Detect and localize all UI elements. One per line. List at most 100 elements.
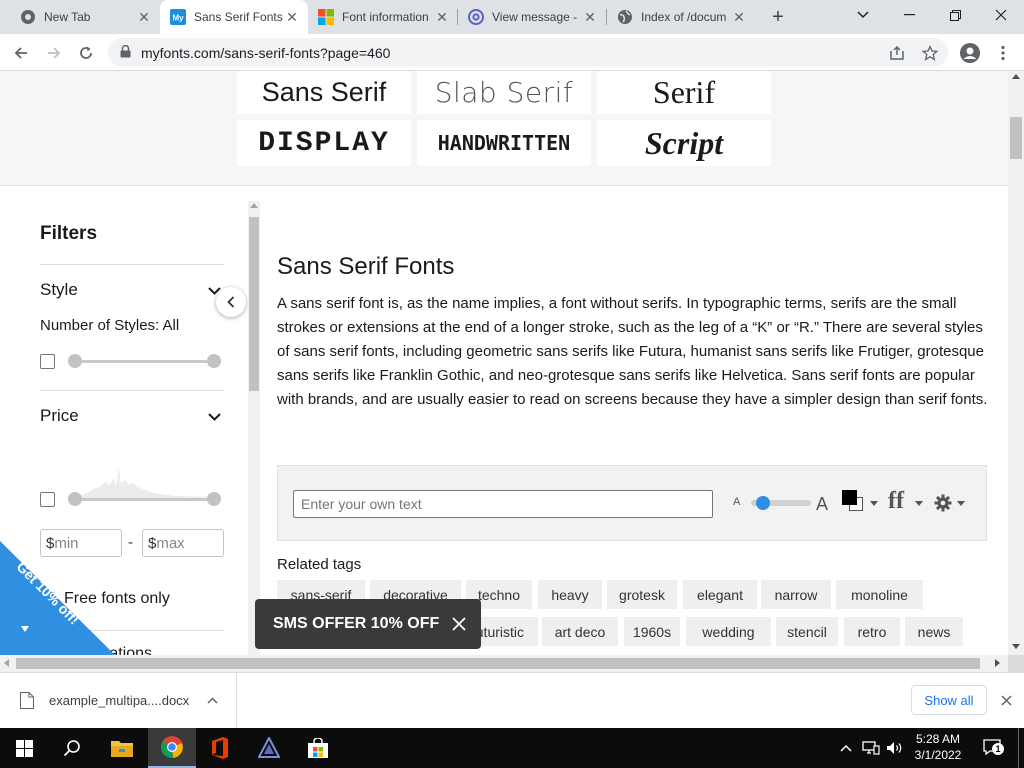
price-max-input[interactable]: $ max — [142, 529, 224, 557]
new-tab-button[interactable]: + — [766, 5, 790, 29]
volume-icon[interactable] — [886, 741, 904, 755]
divider — [40, 264, 224, 265]
kebab-menu-icon — [1001, 45, 1005, 61]
opentype-features-button[interactable]: ff — [888, 488, 924, 516]
forward-button[interactable] — [41, 40, 67, 66]
download-item[interactable]: example_multipa....docx — [0, 673, 237, 728]
category-sans-serif[interactable]: Sans Serif — [237, 71, 411, 114]
tab-new-tab[interactable]: New Tab ✕ — [0, 0, 160, 34]
tab-sans-serif-fonts[interactable]: My Sans Serif Fonts ✕ — [160, 0, 308, 34]
category-label: Slab Serif — [434, 76, 574, 109]
store-button[interactable] — [294, 728, 342, 768]
sidebar-scroll-thumb[interactable] — [249, 217, 259, 391]
file-explorer-button[interactable] — [98, 728, 146, 768]
settings-button[interactable] — [934, 492, 970, 516]
close-tab-icon[interactable]: ✕ — [582, 9, 598, 26]
tag-retro[interactable]: retro — [844, 617, 900, 646]
font-size-slider[interactable] — [751, 496, 811, 510]
sms-offer-banner[interactable]: SMS OFFER 10% OFF — [255, 599, 481, 649]
category-script[interactable]: Script — [597, 120, 771, 166]
tag-narrow[interactable]: narrow — [761, 580, 831, 609]
office-button[interactable] — [196, 728, 244, 768]
tag-art-deco[interactable]: art deco — [542, 617, 618, 646]
chrome-taskbar-button[interactable] — [148, 728, 196, 768]
category-band: Sans Serif Slab Serif Serif DISPLAY HAND… — [0, 71, 1008, 186]
tag-grotesk[interactable]: grotesk — [607, 580, 677, 609]
app-button[interactable] — [245, 728, 293, 768]
tag-news[interactable]: news — [905, 617, 963, 646]
close-tab-icon[interactable]: ✕ — [136, 9, 152, 26]
search-button[interactable] — [48, 728, 96, 768]
horizontal-scroll-thumb[interactable] — [16, 658, 980, 669]
microsoft-icon — [318, 9, 334, 25]
restore-button[interactable] — [932, 0, 978, 30]
tag-stencil[interactable]: stencil — [776, 617, 838, 646]
category-handwritten[interactable]: HANDWRITTEN — [417, 120, 591, 166]
start-button[interactable] — [0, 728, 48, 768]
styles-range-min-handle[interactable] — [68, 354, 82, 368]
close-tab-icon[interactable]: ✕ — [731, 9, 747, 26]
close-tab-icon[interactable]: ✕ — [284, 9, 300, 26]
scroll-up-arrow-icon[interactable] — [250, 203, 258, 208]
category-display[interactable]: DISPLAY — [237, 120, 411, 166]
scroll-left-arrow-icon[interactable] — [4, 659, 9, 667]
preview-text-input[interactable]: Enter your own text — [293, 490, 713, 518]
gear-icon — [934, 494, 952, 512]
close-window-button[interactable] — [978, 0, 1024, 30]
show-all-downloads-button[interactable]: Show all — [911, 685, 987, 715]
share-button[interactable] — [884, 40, 910, 66]
styles-range-max-handle[interactable] — [207, 354, 221, 368]
scroll-right-arrow-icon[interactable] — [995, 659, 1000, 667]
font-size-handle[interactable] — [755, 496, 770, 510]
close-tab-icon[interactable]: ✕ — [434, 9, 450, 26]
show-hidden-icons-chevron-icon[interactable] — [840, 744, 852, 752]
sidebar-scrollbar[interactable] — [248, 201, 260, 655]
styles-checkbox[interactable] — [40, 354, 55, 369]
profile-button[interactable] — [957, 40, 983, 66]
discount-ribbon[interactable]: Get 10% off! — [0, 541, 115, 655]
range-dash: - — [128, 534, 133, 551]
scroll-up-arrow-icon[interactable] — [1012, 74, 1020, 79]
sms-offer-text: SMS OFFER 10% OFF — [273, 615, 440, 632]
style-filter-toggle[interactable]: Style — [40, 280, 224, 304]
back-button[interactable] — [8, 40, 34, 66]
category-serif[interactable]: Serif — [597, 71, 771, 114]
tag-heavy[interactable]: heavy — [538, 580, 602, 609]
clock-time: 5:28 AM — [915, 732, 961, 746]
color-picker-button[interactable] — [840, 490, 880, 516]
chrome-icon — [160, 736, 183, 759]
system-clock[interactable]: 5:28 AM 3/1/2022 — [906, 731, 970, 763]
tag-elegant[interactable]: elegant — [683, 580, 757, 609]
network-icon[interactable] — [862, 741, 880, 755]
chevron-up-icon[interactable] — [207, 697, 218, 704]
globe-icon — [617, 9, 633, 25]
font-size-small-label: A — [733, 496, 741, 508]
tab-search-button[interactable] — [840, 0, 886, 30]
category-slab-serif[interactable]: Slab Serif — [417, 71, 591, 114]
page-horizontal-scrollbar[interactable] — [0, 655, 1008, 672]
show-desktop-button[interactable] — [1018, 728, 1019, 768]
tab-index-of-docum[interactable]: Index of /docum ✕ — [607, 0, 755, 34]
divider — [40, 390, 224, 391]
address-bar[interactable]: myfonts.com/sans-serif-fonts?page=460 — [108, 38, 948, 67]
price-range-max-handle[interactable] — [207, 492, 221, 506]
scroll-down-arrow-icon[interactable] — [1012, 644, 1020, 649]
price-checkbox[interactable] — [40, 492, 55, 507]
price-filter-toggle[interactable]: Price — [40, 406, 224, 430]
close-icon[interactable] — [1001, 695, 1012, 706]
page-vertical-scrollbar[interactable] — [1008, 71, 1024, 655]
tab-font-information[interactable]: Font information ✕ — [308, 0, 458, 34]
tag-1960s[interactable]: 1960s — [624, 617, 680, 646]
tab-view-message[interactable]: View message - ✕ — [458, 0, 606, 34]
menu-button[interactable] — [990, 40, 1016, 66]
minimize-button[interactable] — [886, 0, 932, 30]
reload-button[interactable] — [73, 40, 99, 66]
price-range-min-handle[interactable] — [68, 492, 82, 506]
browser-toolbar: myfonts.com/sans-serif-fonts?page=460 — [0, 34, 1024, 71]
close-icon[interactable] — [452, 617, 466, 631]
tag-wedding[interactable]: wedding — [686, 617, 771, 646]
action-center-button[interactable]: 1 — [981, 736, 1005, 760]
page-scroll-thumb[interactable] — [1010, 117, 1022, 159]
tag-monoline[interactable]: monoline — [836, 580, 923, 609]
bookmark-button[interactable] — [917, 40, 943, 66]
